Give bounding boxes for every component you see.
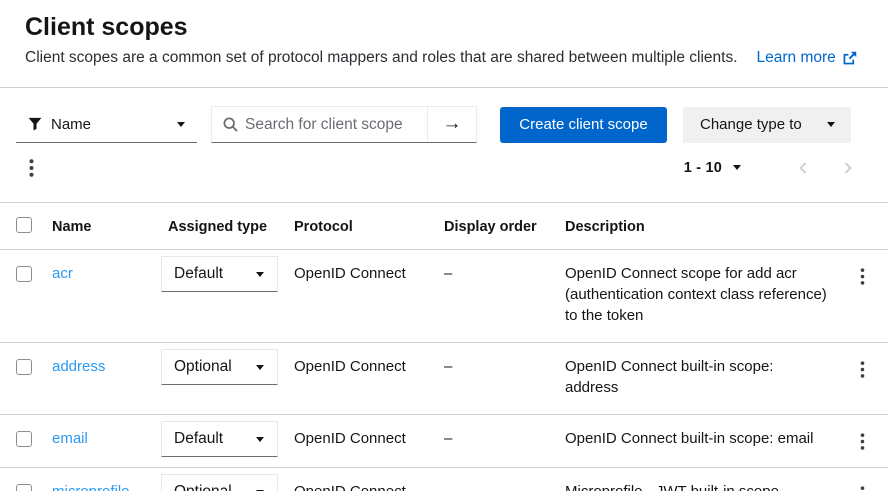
change-type-label: Change type to: [700, 116, 802, 133]
description-cell: OpenID Connect built-in scope: email: [557, 415, 837, 468]
assigned-type-value: Optional: [174, 358, 232, 376]
column-header-name: Name: [44, 203, 160, 250]
pagination: 1 - 10: [676, 150, 869, 186]
client-scopes-table: Name Assigned type Protocol Display orde…: [0, 202, 888, 491]
client-scopes-page: Client scopes Client scopes are a common…: [0, 0, 888, 491]
kebab-icon: [860, 361, 865, 378]
angle-right-icon: [841, 161, 854, 175]
table-actions-kebab-menu[interactable]: [13, 150, 49, 186]
chevron-down-icon: [256, 437, 264, 442]
assigned-type-dropdown[interactable]: Default: [161, 256, 278, 292]
display-order-cell: –: [436, 250, 557, 343]
page-header: Client scopes Client scopes are a common…: [0, 0, 888, 88]
assigned-type-dropdown[interactable]: Optional: [161, 474, 278, 491]
filter-type-dropdown[interactable]: Name: [16, 106, 197, 143]
table-row: address Optional OpenID Connect – OpenID…: [0, 343, 888, 415]
previous-page-button[interactable]: [781, 150, 825, 186]
protocol-cell: OpenID Connect: [286, 415, 436, 468]
description-cell: OpenID Connect scope for add acr (authen…: [557, 250, 837, 343]
external-link-icon: [842, 51, 857, 66]
pagination-menu-toggle[interactable]: 1 - 10: [676, 152, 749, 184]
assigned-type-value: Default: [174, 265, 223, 283]
kebab-icon: [860, 268, 865, 285]
chevron-down-icon: [177, 122, 185, 127]
client-scope-link[interactable]: microprofile-jwt: [52, 483, 135, 491]
learn-more-link[interactable]: Learn more: [757, 49, 857, 67]
search-group: →: [211, 106, 477, 143]
row-kebab-menu[interactable]: [845, 351, 881, 387]
row-checkbox[interactable]: [16, 359, 32, 375]
learn-more-label: Learn more: [757, 49, 836, 67]
row-kebab-menu[interactable]: [845, 476, 881, 491]
search-input[interactable]: [238, 107, 427, 142]
kebab-icon: [29, 159, 34, 177]
select-all-checkbox[interactable]: [16, 217, 32, 233]
chevron-down-icon: [256, 365, 264, 370]
angle-left-icon: [797, 161, 810, 175]
display-order-cell: –: [436, 415, 557, 468]
description-cell: OpenID Connect built-in scope: address: [557, 343, 837, 415]
assigned-type-value: Optional: [174, 483, 232, 491]
table-toolbar: Name → Create client scope Change type t…: [0, 88, 888, 143]
arrow-right-icon: →: [443, 113, 462, 135]
page-title: Client scopes: [25, 13, 864, 42]
kebab-icon: [860, 433, 865, 450]
row-checkbox[interactable]: [16, 484, 32, 491]
assigned-type-dropdown[interactable]: Optional: [161, 349, 278, 385]
display-order-cell: –: [436, 468, 557, 491]
assigned-type-dropdown[interactable]: Default: [161, 421, 278, 457]
kebab-icon: [860, 486, 865, 491]
column-header-protocol: Protocol: [286, 203, 436, 250]
secondary-toolbar: 1 - 10: [0, 143, 888, 187]
protocol-cell: OpenID Connect: [286, 468, 436, 491]
chevron-down-icon: [256, 272, 264, 277]
search-icon: [212, 107, 238, 142]
row-checkbox[interactable]: [16, 431, 32, 447]
protocol-cell: OpenID Connect: [286, 343, 436, 415]
client-scope-link[interactable]: acr: [52, 265, 73, 282]
client-scope-link[interactable]: address: [52, 358, 105, 375]
create-client-scope-button[interactable]: Create client scope: [500, 107, 667, 143]
chevron-down-icon: [733, 165, 741, 170]
page-description: Client scopes are a common set of protoc…: [25, 49, 738, 67]
funnel-icon: [28, 117, 42, 131]
table-row: acr Default OpenID Connect – OpenID Conn…: [0, 250, 888, 343]
column-header-description: Description: [557, 203, 837, 250]
pagination-range: 1 - 10: [684, 160, 722, 176]
assigned-type-value: Default: [174, 430, 223, 448]
filter-label: Name: [51, 116, 91, 133]
search-submit-button[interactable]: →: [427, 107, 476, 142]
description-cell: Microprofile - JWT built-in scope: [557, 468, 837, 491]
chevron-down-icon: [827, 122, 835, 127]
row-kebab-menu[interactable]: [845, 423, 881, 459]
column-header-display-order: Display order: [436, 203, 557, 250]
table-row: email Default OpenID Connect – OpenID Co…: [0, 415, 888, 468]
next-page-button[interactable]: [825, 150, 869, 186]
row-checkbox[interactable]: [16, 266, 32, 282]
display-order-cell: –: [436, 343, 557, 415]
column-header-assigned-type: Assigned type: [160, 203, 286, 250]
table-row: microprofile-jwt Optional OpenID Connect…: [0, 468, 888, 491]
page-description-row: Client scopes are a common set of protoc…: [25, 49, 864, 67]
client-scope-link[interactable]: email: [52, 430, 88, 447]
row-kebab-menu[interactable]: [845, 258, 881, 294]
table-header-row: Name Assigned type Protocol Display orde…: [0, 203, 888, 250]
protocol-cell: OpenID Connect: [286, 250, 436, 343]
change-type-dropdown[interactable]: Change type to: [683, 107, 851, 143]
